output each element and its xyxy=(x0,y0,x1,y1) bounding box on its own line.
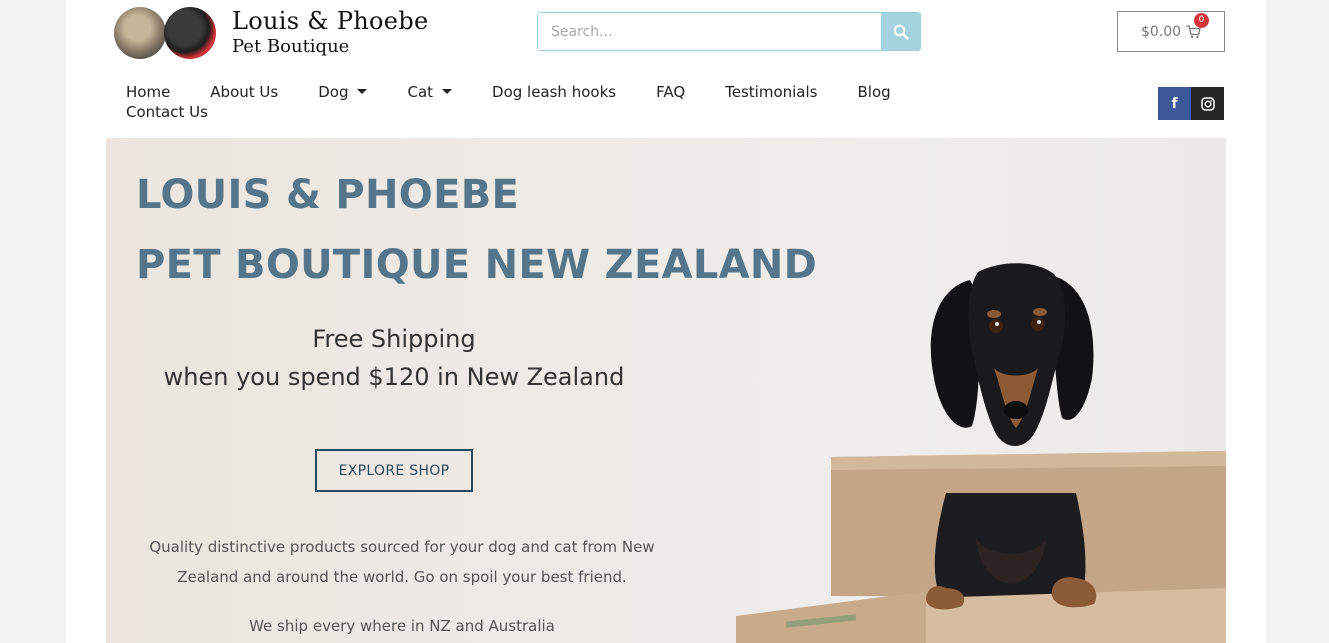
main-nav: Home About Us Dog Cat Dog leash hooks FA… xyxy=(126,82,926,121)
cart-count-badge: 0 xyxy=(1194,12,1210,28)
explore-shop-button[interactable]: EXPLORE SHOP xyxy=(315,449,473,492)
free-shipping-line1: Free Shipping xyxy=(312,325,476,353)
search-icon xyxy=(893,24,909,40)
dachshund-in-box-image xyxy=(736,263,1226,643)
free-shipping-text: Free Shipping when you spend $120 in New… xyxy=(136,320,652,396)
nav-item-label: Dog xyxy=(318,82,349,101)
cart-total: $0.00 xyxy=(1140,23,1182,40)
logo-dog-photo-phoebe xyxy=(164,7,216,59)
nav-item-dog[interactable]: Dog xyxy=(318,82,368,101)
nav-item-cat[interactable]: Cat xyxy=(407,82,453,101)
cart-button[interactable]: $0.00 0 xyxy=(1117,11,1225,52)
hero-title-line2: PET BOUTIQUE NEW ZEALAND xyxy=(136,242,818,288)
facebook-link[interactable]: f xyxy=(1158,87,1191,120)
cart-icon: 0 xyxy=(1186,12,1210,39)
hero-title-line1: LOUIS & PHOEBE xyxy=(136,172,520,218)
search-form xyxy=(537,12,921,51)
nav-item-home[interactable]: Home xyxy=(126,82,170,101)
logo-text: Louis & Phoebe Pet Boutique xyxy=(232,6,429,58)
nav-item-label: Testimonials xyxy=(725,82,818,101)
instagram-link[interactable] xyxy=(1191,87,1224,120)
site-logo[interactable]: Louis & Phoebe Pet Boutique xyxy=(114,5,428,61)
logo-title: Louis & Phoebe xyxy=(232,6,429,35)
nav-item-dog-leash-hooks[interactable]: Dog leash hooks xyxy=(492,82,616,101)
search-input[interactable] xyxy=(538,13,881,50)
shipping-regions-text: We ship every where in NZ and Australia xyxy=(249,617,555,635)
instagram-icon xyxy=(1200,96,1215,111)
nav-item-label: Blog xyxy=(857,82,891,101)
nav-item-blog[interactable]: Blog xyxy=(857,82,890,101)
free-shipping-line2: when you spend $120 in New Zealand xyxy=(163,363,625,391)
nav-item-testimonials[interactable]: Testimonials xyxy=(725,82,817,101)
nav-item-contact-us[interactable]: Contact Us xyxy=(126,102,208,121)
caret-down-icon xyxy=(442,89,453,94)
hero-banner: LOUIS & PHOEBE PET BOUTIQUE NEW ZEALAND … xyxy=(106,138,1226,643)
nav-item-label: Cat xyxy=(407,82,434,101)
nav-item-label: Dog leash hooks xyxy=(492,82,617,101)
logo-images xyxy=(114,5,218,61)
nav-item-label: FAQ xyxy=(656,82,686,101)
page-container: Louis & Phoebe Pet Boutique $0.00 0 Home… xyxy=(66,0,1266,643)
nav-item-label: Contact Us xyxy=(126,102,208,121)
search-button[interactable] xyxy=(881,13,920,50)
nav-item-label: About Us xyxy=(210,82,279,101)
nav-item-about-us[interactable]: About Us xyxy=(210,82,278,101)
logo-dog-photo-louis xyxy=(114,7,166,59)
nav-item-faq[interactable]: FAQ xyxy=(656,82,685,101)
logo-subtitle: Pet Boutique xyxy=(232,36,350,58)
caret-down-icon xyxy=(357,89,368,94)
hero-description: Quality distinctive products sourced for… xyxy=(149,538,655,586)
facebook-icon: f xyxy=(1171,95,1178,112)
social-links: f xyxy=(1158,87,1224,120)
nav-item-label: Home xyxy=(126,82,171,101)
